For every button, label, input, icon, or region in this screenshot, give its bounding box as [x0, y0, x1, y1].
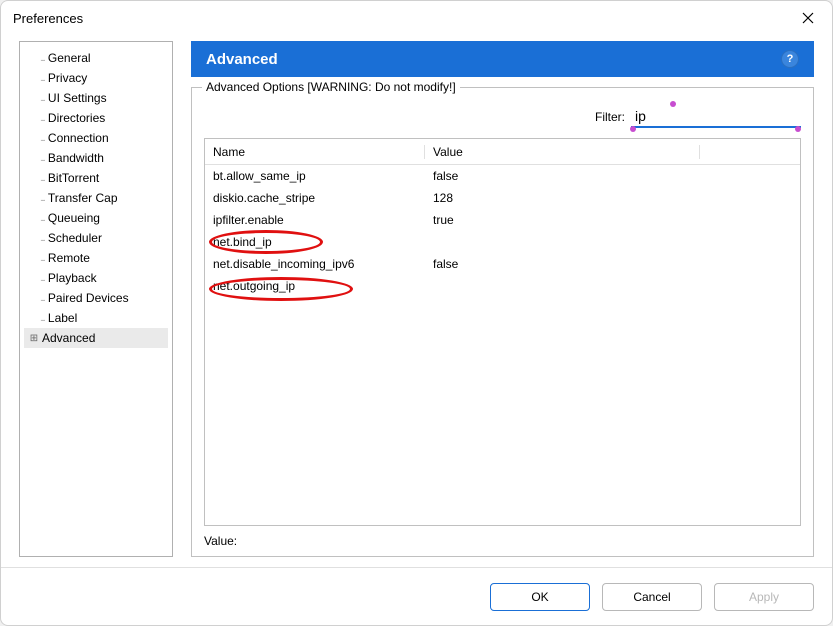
tree-item-privacy[interactable]: .....Privacy: [24, 68, 168, 88]
value-editor-label: Value:: [204, 534, 801, 548]
cell-value: 128: [425, 191, 800, 205]
table-row[interactable]: net.bind_ip: [205, 231, 800, 253]
table-body: bt.allow_same_ip false diskio.cache_stri…: [205, 165, 800, 525]
column-header-name[interactable]: Name: [205, 145, 425, 159]
table-row[interactable]: net.disable_incoming_ipv6 false: [205, 253, 800, 275]
column-header-value[interactable]: Value: [425, 145, 700, 159]
cell-name: net.disable_incoming_ipv6: [205, 257, 425, 271]
filter-label: Filter:: [595, 110, 625, 124]
cell-name: ipfilter.enable: [205, 213, 425, 227]
table-row[interactable]: bt.allow_same_ip false: [205, 165, 800, 187]
tree-item-scheduler[interactable]: .....Scheduler: [24, 228, 168, 248]
expand-icon[interactable]: ⊞: [28, 333, 40, 344]
close-button[interactable]: [794, 4, 822, 32]
tree-item-bittorrent[interactable]: .....BitTorrent: [24, 168, 168, 188]
cell-value: true: [425, 213, 800, 227]
tree-item-general[interactable]: .....General: [24, 48, 168, 68]
fieldset-legend: Advanced Options [WARNING: Do not modify…: [202, 80, 460, 94]
preferences-dialog: Preferences .....General .....Privacy ..…: [0, 0, 833, 626]
tree-item-connection[interactable]: .....Connection: [24, 128, 168, 148]
window-title: Preferences: [13, 11, 794, 26]
table-row[interactable]: ipfilter.enable true: [205, 209, 800, 231]
tree-item-bandwidth[interactable]: .....Bandwidth: [24, 148, 168, 168]
tree-item-label[interactable]: .....Label: [24, 308, 168, 328]
cell-name: diskio.cache_stripe: [205, 191, 425, 205]
cell-value: false: [425, 169, 800, 183]
filter-row: Filter:: [204, 106, 801, 128]
apply-button[interactable]: Apply: [714, 583, 814, 611]
cell-name: net.outgoing_ip: [205, 279, 425, 293]
tree-item-advanced[interactable]: ⊞Advanced: [24, 328, 168, 348]
help-icon[interactable]: ?: [781, 50, 799, 68]
tree-item-paired-devices[interactable]: .....Paired Devices: [24, 288, 168, 308]
cell-name: bt.allow_same_ip: [205, 169, 425, 183]
section-header: Advanced ?: [191, 41, 814, 77]
options-table: Name Value bt.allow_same_ip false diskio…: [204, 138, 801, 526]
table-row[interactable]: net.outgoing_ip: [205, 275, 800, 297]
category-tree: .....General .....Privacy .....UI Settin…: [19, 41, 173, 557]
section-title: Advanced: [206, 51, 278, 68]
close-icon: [802, 12, 814, 24]
tree-item-directories[interactable]: .....Directories: [24, 108, 168, 128]
tree-item-playback[interactable]: .....Playback: [24, 268, 168, 288]
advanced-options-group: Advanced Options [WARNING: Do not modify…: [191, 87, 814, 557]
main-panel: Advanced ? Advanced Options [WARNING: Do…: [191, 41, 814, 557]
cancel-button[interactable]: Cancel: [602, 583, 702, 611]
annotation-dot: [670, 101, 676, 107]
annotation-dot: [630, 126, 636, 132]
table-row[interactable]: diskio.cache_stripe 128: [205, 187, 800, 209]
cell-name: net.bind_ip: [205, 235, 425, 249]
tree-item-remote[interactable]: .....Remote: [24, 248, 168, 268]
cell-value: false: [425, 257, 800, 271]
tree-item-transfer-cap[interactable]: .....Transfer Cap: [24, 188, 168, 208]
tree-item-ui-settings[interactable]: .....UI Settings: [24, 88, 168, 108]
filter-input[interactable]: [631, 106, 801, 128]
titlebar: Preferences: [1, 1, 832, 35]
dialog-footer: OK Cancel Apply: [1, 567, 832, 625]
annotation-dot: [795, 126, 801, 132]
ok-button[interactable]: OK: [490, 583, 590, 611]
table-header: Name Value: [205, 139, 800, 165]
tree-item-queueing[interactable]: .....Queueing: [24, 208, 168, 228]
